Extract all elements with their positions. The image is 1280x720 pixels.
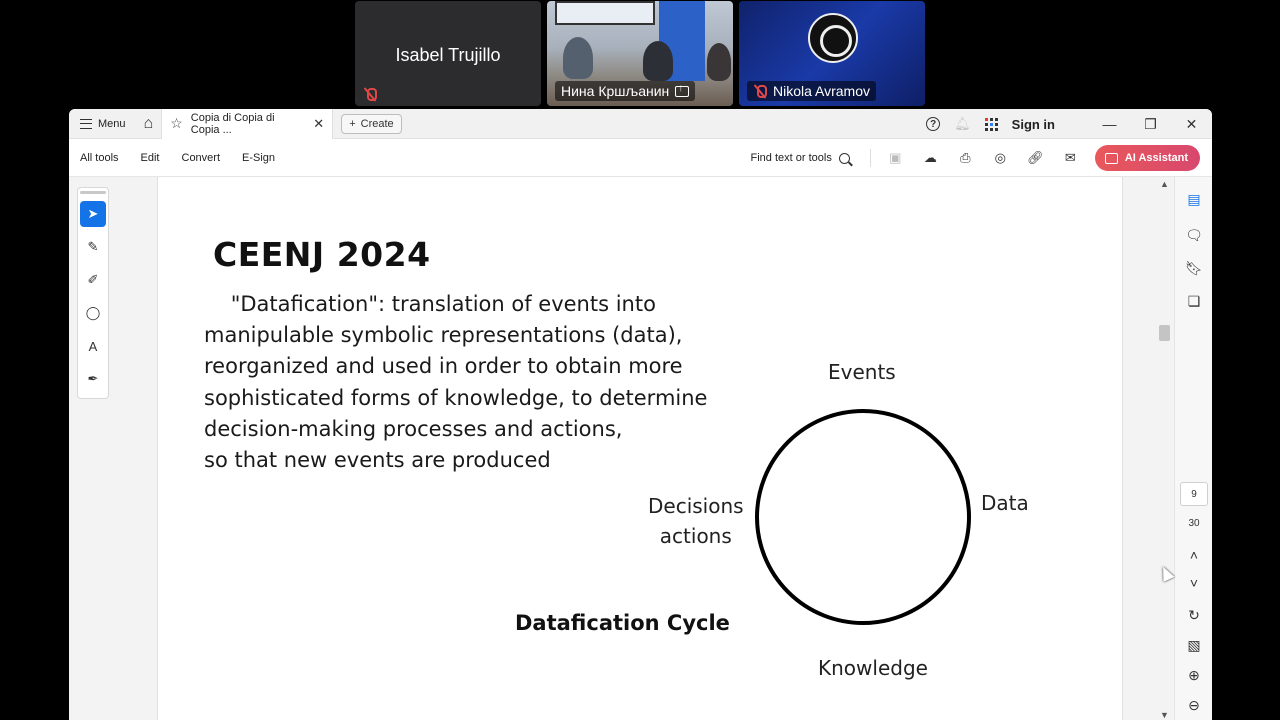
participant-label: Нина Кршљанин bbox=[555, 81, 696, 101]
upload-cloud-icon[interactable]: ☁ bbox=[920, 148, 941, 169]
apps-grid-icon[interactable] bbox=[984, 117, 998, 131]
rotate-icon[interactable]: ↻ bbox=[1184, 605, 1204, 625]
all-tools-menu[interactable]: All tools bbox=[80, 152, 119, 164]
find-label: Find text or tools bbox=[750, 152, 832, 164]
participant-name: Нина Кршљанин bbox=[561, 83, 670, 99]
divider bbox=[869, 149, 871, 167]
participant-label: Nikola Avramov bbox=[747, 81, 877, 101]
link-icon[interactable]: 🔗︎ bbox=[1025, 148, 1046, 169]
ai-assistant-label: AI Assistant bbox=[1124, 152, 1188, 164]
quick-tools-rail: ➤ ✎ ✐ ◯ A ✒ bbox=[77, 187, 109, 399]
right-side-panel: ▤ 🗨︎ 🔖︎ ❏ 9 30 ˄ ˅ ↻ ▧ ⊕ ⊖ bbox=[1174, 177, 1212, 720]
page-display-icon[interactable]: ▧ bbox=[1184, 635, 1204, 655]
save-icon[interactable]: ▣ bbox=[885, 148, 906, 169]
edit-menu[interactable]: Edit bbox=[141, 152, 160, 164]
hamburger-icon bbox=[80, 118, 92, 129]
cycle-label-data: Data bbox=[981, 491, 1029, 515]
esign-menu[interactable]: E-Sign bbox=[242, 152, 275, 164]
comments-icon[interactable]: 🗨︎ bbox=[1184, 225, 1204, 245]
workspace: ➤ ✎ ✐ ◯ A ✒ CEENJ 2024 "Datafication": t… bbox=[69, 177, 1212, 720]
cycle-label-events: Events bbox=[828, 360, 896, 384]
ai-assistant-button[interactable]: AI Assistant bbox=[1094, 145, 1200, 171]
room-screen bbox=[555, 1, 655, 25]
slide-title: CEENJ 2024 bbox=[213, 235, 431, 274]
menu-label: Menu bbox=[98, 117, 126, 130]
document-tab[interactable]: ☆ Copia di Copia di Copia ... ✕ bbox=[161, 109, 334, 139]
sign-in-button[interactable]: Sign in bbox=[1012, 117, 1055, 132]
person-figure bbox=[563, 37, 593, 79]
sign-pen-icon[interactable]: ✒ bbox=[80, 366, 106, 392]
title-bar-actions: ? 🔔︎ Sign in — ❐ ✕ bbox=[926, 109, 1212, 139]
participant-label bbox=[363, 87, 377, 101]
slide-body-text: "Datafication": translation of events in… bbox=[204, 292, 708, 473]
participant-tile-1[interactable]: Isabel Trujillo bbox=[355, 1, 541, 106]
cycle-label-decisions: Decisions actions bbox=[648, 494, 744, 548]
pdf-page: CEENJ 2024 "Datafication": translation o… bbox=[157, 177, 1123, 720]
vertical-scrollbar[interactable]: ▲ ▼ bbox=[1123, 177, 1174, 720]
tab-title: Copia di Copia di Copia ... bbox=[190, 111, 275, 136]
screen: Isabel Trujillo Нина Кршљанин Nikola bbox=[0, 0, 1280, 720]
participant-name-large: Isabel Trujillo bbox=[395, 45, 501, 65]
share-user-icon[interactable]: ◎ bbox=[990, 148, 1011, 169]
participant-name: Nikola Avramov bbox=[773, 83, 871, 99]
cycle-circle bbox=[755, 409, 971, 625]
cycle-title: Datafication Cycle bbox=[515, 611, 730, 635]
ai-chat-icon bbox=[1104, 152, 1118, 164]
create-label: Create bbox=[360, 117, 394, 130]
restore-icon[interactable]: ❐ bbox=[1130, 116, 1171, 133]
scroll-thumb[interactable] bbox=[1159, 325, 1170, 341]
close-window-icon[interactable]: ✕ bbox=[1171, 116, 1212, 133]
home-icon[interactable]: ⌂ bbox=[144, 115, 154, 133]
menu-button[interactable]: Menu bbox=[69, 118, 126, 130]
select-cursor-icon[interactable]: ➤ bbox=[80, 201, 106, 227]
title-bar: Menu ⌂ ☆ Copia di Copia di Copia ... ✕ +… bbox=[69, 109, 1212, 139]
participant-tile-2[interactable]: Нина Кршљанин bbox=[547, 1, 733, 106]
search-icon bbox=[838, 152, 850, 164]
rail-grip[interactable] bbox=[80, 191, 106, 194]
add-comment-icon[interactable]: ✎ bbox=[80, 234, 106, 260]
help-icon[interactable]: ? bbox=[926, 117, 941, 131]
bell-icon[interactable]: 🔔︎ bbox=[954, 116, 971, 132]
plus-icon: + bbox=[349, 117, 356, 130]
next-page-icon[interactable]: ˅ bbox=[1184, 573, 1204, 593]
scroll-down-icon[interactable]: ▼ bbox=[1160, 710, 1169, 720]
find-tools-search[interactable]: Find text or tools bbox=[751, 152, 850, 164]
convert-menu[interactable]: Convert bbox=[182, 152, 221, 164]
acrobat-window: Menu ⌂ ☆ Copia di Copia di Copia ... ✕ +… bbox=[69, 109, 1212, 720]
participant-tile-3[interactable]: Nikola Avramov bbox=[739, 1, 925, 106]
zoom-in-icon[interactable]: ⊕ bbox=[1184, 665, 1204, 685]
ai-generative-icon[interactable]: ▤ bbox=[1184, 189, 1204, 209]
draw-freehand-icon[interactable]: ◯ bbox=[80, 300, 106, 326]
highlight-pen-icon[interactable]: ✐ bbox=[80, 267, 106, 293]
total-pages: 30 bbox=[1188, 518, 1200, 529]
person-figure bbox=[707, 43, 731, 81]
pages-thumbnails-icon[interactable]: ❏ bbox=[1184, 291, 1204, 311]
obs-logo-icon bbox=[808, 13, 858, 63]
close-tab-icon[interactable]: ✕ bbox=[313, 116, 324, 132]
page-number-input[interactable]: 9 bbox=[1180, 482, 1208, 506]
main-toolbar: All tools Edit Convert E-Sign Find text … bbox=[69, 139, 1212, 177]
email-icon[interactable]: ✉ bbox=[1060, 148, 1081, 169]
star-icon[interactable]: ☆ bbox=[170, 115, 183, 132]
mic-muted-icon bbox=[753, 84, 767, 98]
previous-page-icon[interactable]: ˄ bbox=[1184, 545, 1204, 565]
zoom-out-icon[interactable]: ⊖ bbox=[1184, 695, 1204, 715]
person-figure bbox=[643, 41, 673, 81]
screen-share-icon bbox=[675, 83, 690, 97]
create-button[interactable]: + Create bbox=[341, 113, 402, 134]
print-icon[interactable]: ⎙ bbox=[955, 148, 976, 169]
bookmarks-icon[interactable]: 🔖︎ bbox=[1184, 258, 1204, 278]
text-box-icon[interactable]: A bbox=[80, 333, 106, 359]
mic-muted-icon bbox=[363, 87, 377, 101]
minimize-icon[interactable]: — bbox=[1089, 116, 1130, 132]
cycle-label-knowledge: Knowledge bbox=[818, 656, 928, 680]
scroll-up-icon[interactable]: ▲ bbox=[1160, 179, 1169, 189]
